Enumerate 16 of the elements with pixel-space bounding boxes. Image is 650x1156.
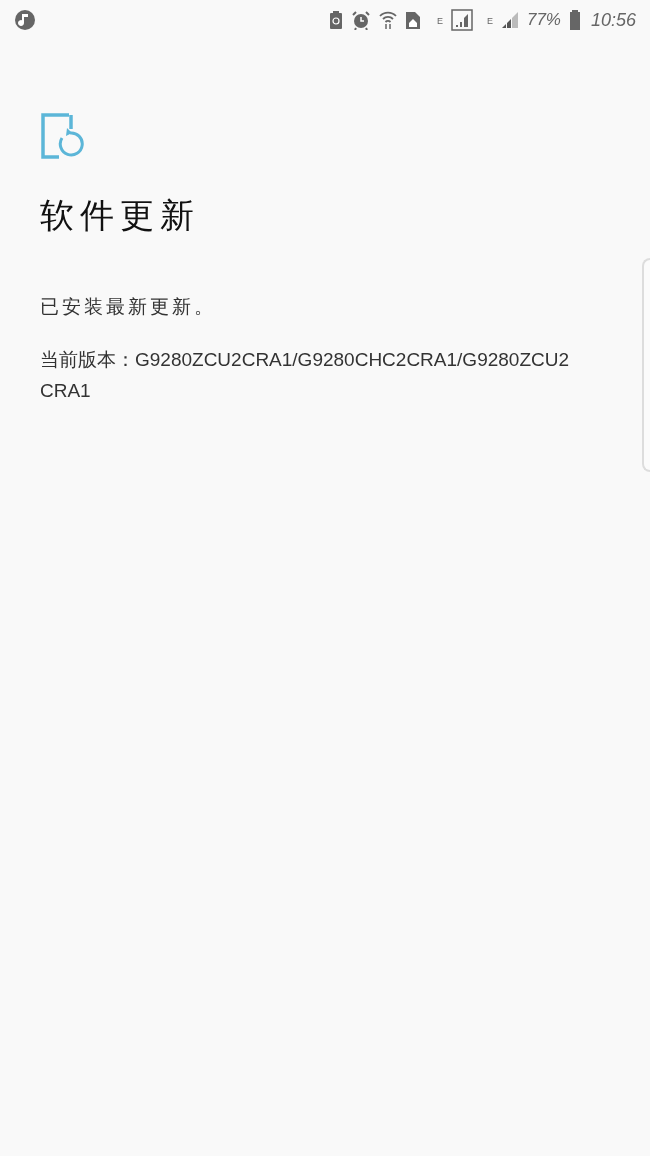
battery-percentage: 77%: [526, 9, 561, 32]
software-update-icon: [40, 112, 84, 160]
network-type-label: E: [436, 14, 443, 28]
alarm-icon: [350, 10, 371, 30]
network-type-label: E: [486, 14, 493, 28]
wifi-icon: [378, 10, 397, 30]
signal-icon: [450, 9, 473, 31]
status-message: 已安装最新更新。: [40, 295, 217, 319]
edge-panel-handle[interactable]: [642, 258, 650, 472]
version-text: 当前版本：G9280ZCU2CRA1/G9280CHC2CRA1/G9280ZCU2CRA1: [40, 347, 571, 403]
battery-icon: [568, 9, 581, 31]
page-title: 软件更新: [40, 195, 201, 236]
music-note-icon: [14, 9, 36, 31]
clock-time: 10:56: [590, 8, 636, 32]
sim-card-icon: [404, 10, 421, 30]
signal-icon: [500, 11, 519, 29]
